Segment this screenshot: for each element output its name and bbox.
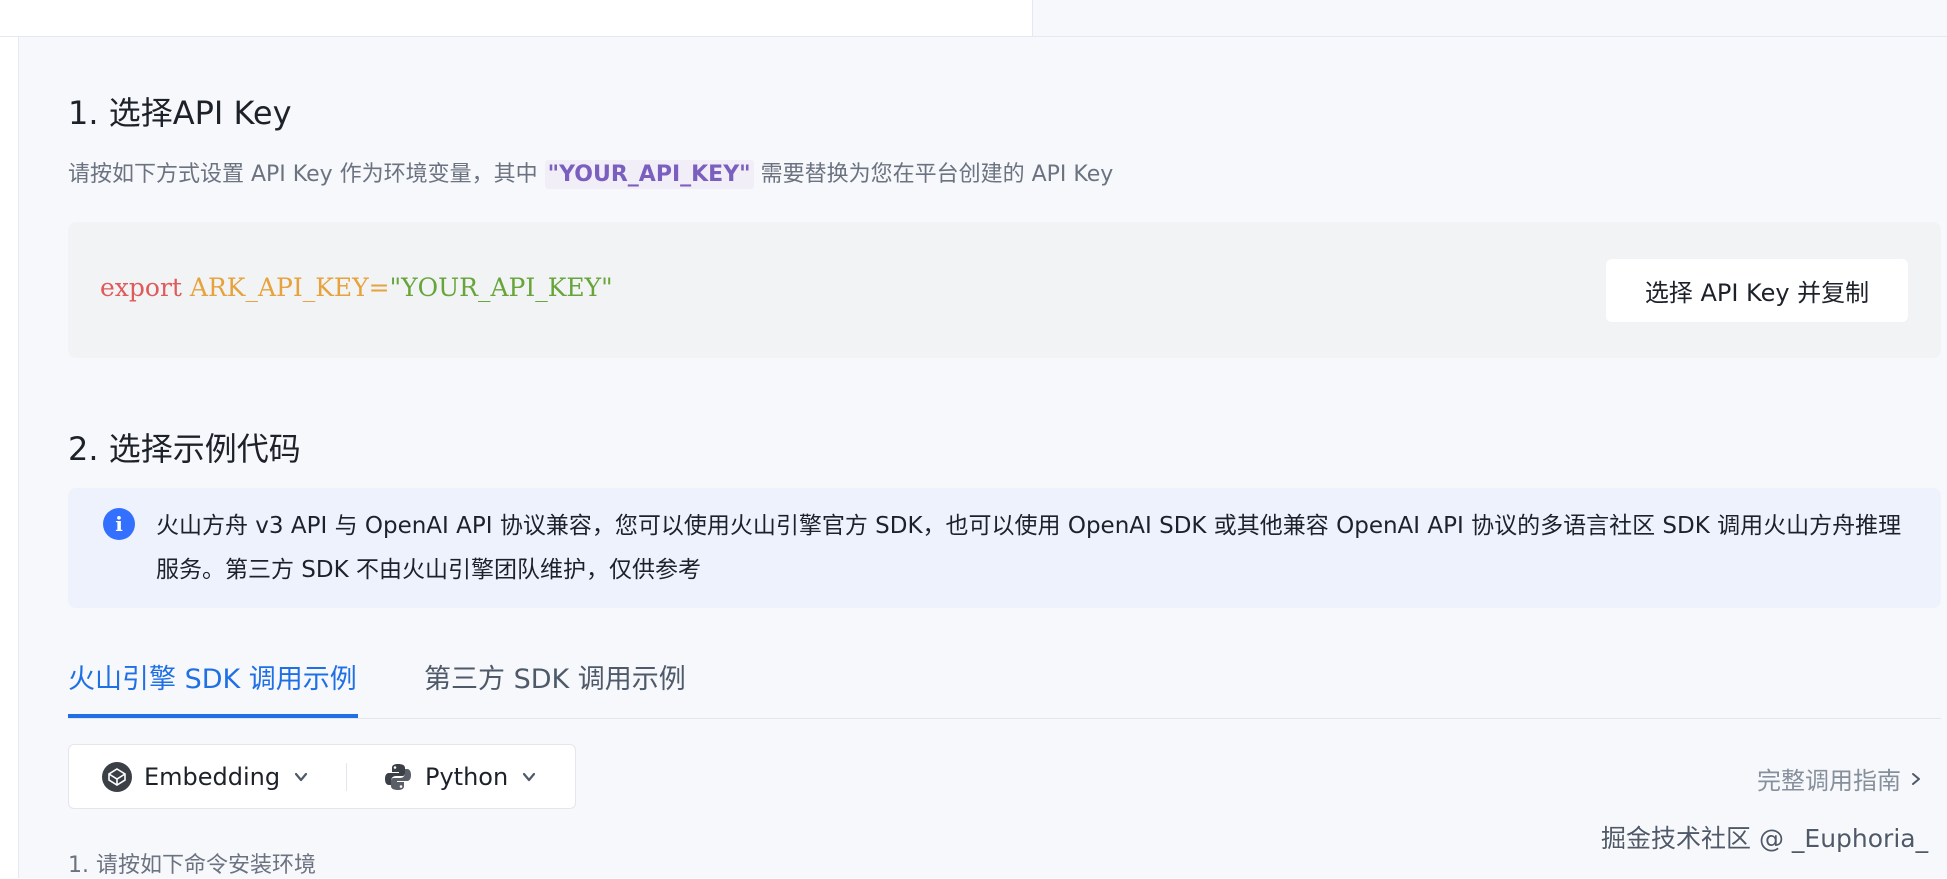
watermark: 掘金技术社区 @ _Euphoria_ (1601, 824, 1929, 853)
tab-volcengine-sdk[interactable]: 火山引擎 SDK 调用示例 (68, 660, 358, 718)
section-1-title: 1. 选择API Key (68, 94, 292, 132)
task-dropdown-label: Embedding (144, 762, 281, 791)
step-1-instruction: 1. 请按如下命令安装环境 (68, 853, 316, 878)
code-line: export ARK_API_KEY="YOUR_API_KEY" (100, 273, 613, 302)
code-variable: ARK_API_KEY (189, 273, 369, 302)
task-dropdown[interactable]: Embedding (102, 745, 310, 808)
chevron-right-icon (1912, 772, 1920, 785)
code-keyword: export (100, 273, 182, 302)
description-text: 请按如下方式设置 API Key 作为环境变量，其中 (68, 162, 545, 187)
code-string: "YOUR_API_KEY" (389, 273, 613, 302)
select-api-key-copy-button[interactable]: 选择 API Key 并复制 (1606, 259, 1908, 322)
section-2-title: 2. 选择示例代码 (68, 430, 301, 468)
python-icon (385, 763, 411, 790)
code-equals: = (368, 273, 390, 302)
sdk-tabs: 火山引擎 SDK 调用示例 第三方 SDK 调用示例 (68, 660, 1941, 719)
chevron-down-icon (295, 772, 308, 781)
chevron-down-icon (523, 772, 536, 781)
top-card-edge (0, 0, 1033, 37)
section-1-description: 请按如下方式设置 API Key 作为环境变量，其中 "YOUR_API_KEY… (68, 156, 1114, 189)
codepen-icon (102, 761, 132, 792)
full-guide-link[interactable]: 完整调用指南 (1757, 761, 1923, 796)
info-icon: i (103, 508, 135, 540)
tab-third-party-sdk[interactable]: 第三方 SDK 调用示例 (424, 660, 686, 718)
language-dropdown-label: Python (425, 762, 509, 791)
example-selector: Embedding Python (68, 744, 576, 809)
api-key-placeholder: "YOUR_API_KEY" (544, 160, 754, 189)
full-guide-label: 完整调用指南 (1757, 767, 1901, 795)
description-text-end: 需要替换为您在平台创建的 API Key (753, 162, 1114, 187)
language-dropdown[interactable]: Python (383, 745, 538, 808)
selector-divider (346, 763, 347, 791)
info-banner-text: 火山方舟 v3 API 与 OpenAI API 协议兼容，您可以使用火山引擎官… (156, 513, 1902, 583)
top-background (1033, 0, 1947, 36)
